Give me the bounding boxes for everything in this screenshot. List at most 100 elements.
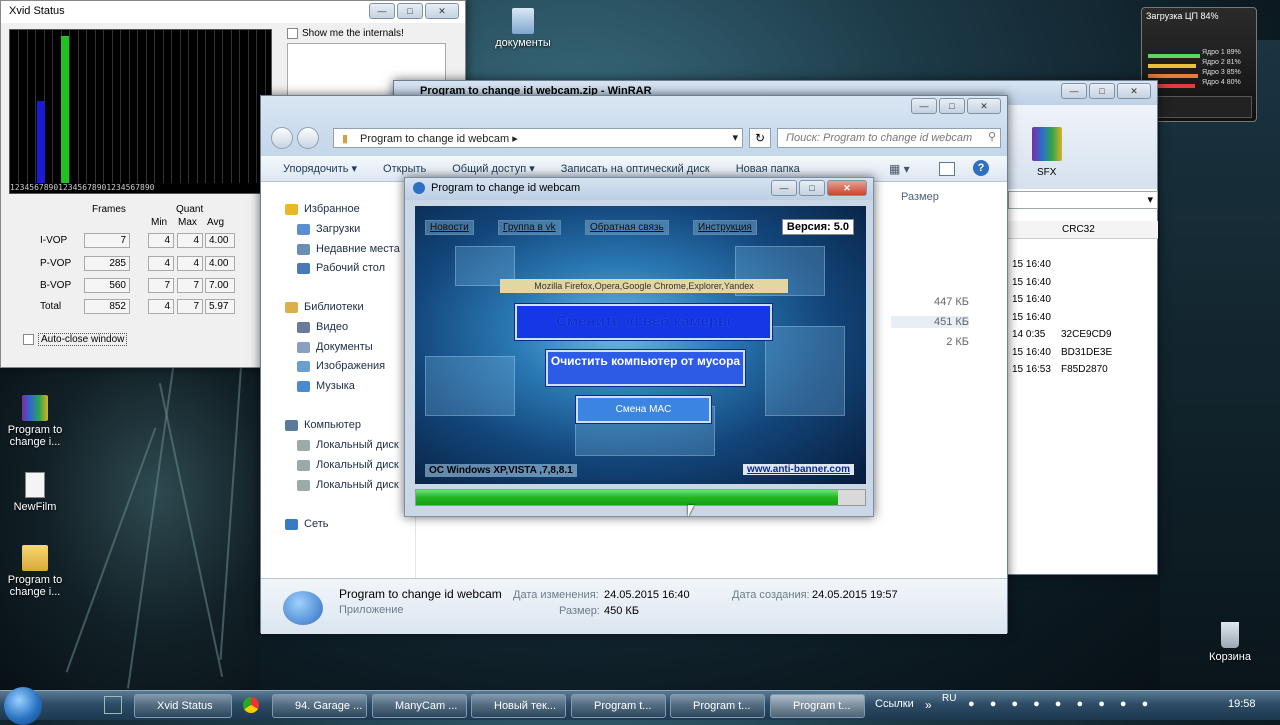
taskbar-item-4[interactable]: Program t...: [571, 694, 666, 718]
nav-item-6[interactable]: Документы: [297, 341, 373, 353]
toolbar-button-0[interactable]: Упорядочить ▾: [283, 162, 357, 175]
taskbar-item-5[interactable]: Program t...: [670, 694, 765, 718]
maximize-button[interactable]: □: [799, 180, 825, 196]
nav-item-12[interactable]: Локальный диск: [297, 479, 399, 491]
xvid-titlebar[interactable]: Xvid Status — □ ✕: [1, 1, 465, 23]
nav-item-13[interactable]: Сеть: [285, 518, 328, 530]
graph-gridline: [179, 30, 181, 183]
mouse-cursor-icon: [688, 505, 694, 517]
menu-vk-group-link[interactable]: Группа в vk: [498, 220, 561, 235]
menu-instruction-link[interactable]: Инструкция: [693, 220, 757, 235]
winrar-archive-icon: [22, 395, 48, 421]
nav-item-10[interactable]: Локальный диск: [297, 439, 399, 451]
links-toolbar[interactable]: Ссылки: [875, 698, 914, 710]
graph-gridline: [77, 30, 79, 183]
size-label: Размер:: [559, 605, 600, 617]
nav-item-1[interactable]: Загрузки: [297, 223, 360, 235]
desktop-icon-program-archive[interactable]: Program to change i...: [0, 395, 70, 448]
cpu-meter-gadget[interactable]: Загрузка ЦП 84% Ядро 1 89% Ядро 2 81% Яд…: [1141, 7, 1257, 122]
toolbar-button-1[interactable]: Открыть: [383, 163, 426, 175]
toolbar-button-4[interactable]: Новая папка: [736, 163, 800, 175]
back-button[interactable]: [271, 127, 293, 149]
nav-item-4[interactable]: Библиотеки: [285, 301, 364, 313]
minimize-button[interactable]: —: [771, 180, 797, 196]
taskbar-item-6[interactable]: Program t...: [770, 694, 865, 718]
webcam-program-window[interactable]: Program to change id webcam — □ ✕ Новост…: [404, 177, 874, 517]
clean-computer-button[interactable]: Очистить компьютер от мусора: [546, 350, 745, 386]
language-indicator[interactable]: RU: [942, 693, 956, 704]
folder-icon: [22, 545, 48, 571]
size-column-header[interactable]: Размер: [901, 191, 939, 203]
taskbar-item-3[interactable]: Новый тек...: [471, 694, 566, 718]
nav-item-icon: [285, 419, 298, 431]
graph-gridline: [137, 30, 138, 183]
avg-label: Avg: [207, 217, 225, 228]
show-internals-checkbox[interactable]: Show me the internals!: [287, 28, 404, 39]
address-bar[interactable]: ▮ Program to change id webcam ▸ ▾: [333, 128, 743, 148]
nav-item-2[interactable]: Недавние места: [297, 243, 400, 255]
preview-pane-icon[interactable]: [939, 162, 955, 176]
nav-item-8[interactable]: Музыка: [297, 380, 355, 392]
minimize-button[interactable]: —: [369, 3, 395, 19]
view-options-icon[interactable]: ▦ ▾: [889, 162, 910, 176]
forward-button[interactable]: [297, 127, 319, 149]
minimize-button[interactable]: —: [911, 98, 937, 114]
nav-item-3[interactable]: Рабочий стол: [297, 262, 385, 274]
close-button[interactable]: ✕: [425, 3, 459, 19]
help-icon[interactable]: ?: [973, 160, 989, 176]
graph-gridline: [205, 30, 206, 183]
nav-item-0[interactable]: Избранное: [285, 203, 360, 215]
desktop-icon-recycle-bin[interactable]: Корзина: [1195, 622, 1265, 663]
maximize-button[interactable]: □: [939, 98, 965, 114]
close-button[interactable]: ✕: [967, 98, 1001, 114]
graph-gridline: [120, 30, 121, 183]
desktop-icon-documents[interactable]: документы: [488, 8, 558, 49]
winrar-path-combo[interactable]: ▾: [1008, 191, 1158, 209]
maximize-button[interactable]: □: [397, 3, 423, 19]
clock[interactable]: 19:58: [1228, 698, 1256, 710]
sfx-icon[interactable]: [1032, 127, 1062, 161]
taskbar-item-2[interactable]: ManyCam ...: [372, 694, 467, 718]
change-mac-button[interactable]: Смена MAC: [576, 396, 711, 423]
nav-item-11[interactable]: Локальный диск: [297, 459, 399, 471]
graph-gridline: [86, 30, 87, 183]
search-input[interactable]: Поиск: Program to change id webcam ⚲: [777, 128, 1001, 148]
start-button[interactable]: [4, 687, 42, 725]
nav-item-9[interactable]: Компьютер: [285, 419, 361, 431]
quant-max-value: 4: [177, 256, 203, 271]
file-size-cell: 451 КБ: [891, 316, 969, 328]
website-link[interactable]: www.anti-banner.com: [743, 464, 854, 475]
graph-gridline: [35, 30, 36, 183]
frames-value: 7: [84, 233, 130, 248]
menu-feedback-link[interactable]: Обратная связь: [585, 220, 669, 235]
quant-min-value: 4: [148, 256, 174, 271]
auto-close-checkbox[interactable]: Auto-close window: [23, 333, 128, 346]
refresh-button[interactable]: ↻: [749, 128, 771, 148]
minimize-button[interactable]: —: [1061, 83, 1087, 99]
nav-item-7[interactable]: Изображения: [297, 360, 385, 372]
graph-gridline: [162, 30, 164, 183]
chevron-right-icon[interactable]: »: [925, 698, 932, 712]
chrome-icon[interactable]: [243, 697, 259, 713]
close-button[interactable]: ✕: [827, 180, 867, 196]
taskbar-item-0[interactable]: Xvid Status: [134, 694, 232, 718]
maximize-button[interactable]: □: [1089, 83, 1115, 99]
close-button[interactable]: ✕: [1117, 83, 1151, 99]
xvid-quant-graph: 123456789012345678901234567890: [9, 29, 272, 194]
program-titlebar[interactable]: Program to change id webcam — □ ✕: [405, 178, 873, 200]
core-bar: [1148, 64, 1196, 68]
toolbar-button-3[interactable]: Записать на оптический диск: [561, 163, 710, 175]
taskbar-item-1[interactable]: 94. Garage ...: [272, 694, 367, 718]
show-desktop-icon[interactable]: [104, 696, 122, 714]
nav-item-5[interactable]: Видео: [297, 321, 348, 333]
modified-label: Дата изменения:: [513, 589, 599, 601]
menu-news-link[interactable]: Новости: [425, 220, 474, 235]
document-icon: [25, 472, 45, 498]
change-webcam-id-button[interactable]: Сменить id веб камеры: [515, 304, 772, 340]
quant-max-value: 4: [177, 233, 203, 248]
desktop-icon-newfilm[interactable]: NewFilm: [0, 472, 70, 513]
program-stage: Новости Группа в vk Обратная связь Инстр…: [415, 206, 866, 484]
toolbar-button-2[interactable]: Общий доступ ▾: [452, 162, 534, 175]
desktop-icon-program-folder[interactable]: Program to change i...: [0, 545, 70, 598]
tray-icons[interactable]: ● ● ● ● ● ● ● ● ●: [968, 698, 1154, 710]
